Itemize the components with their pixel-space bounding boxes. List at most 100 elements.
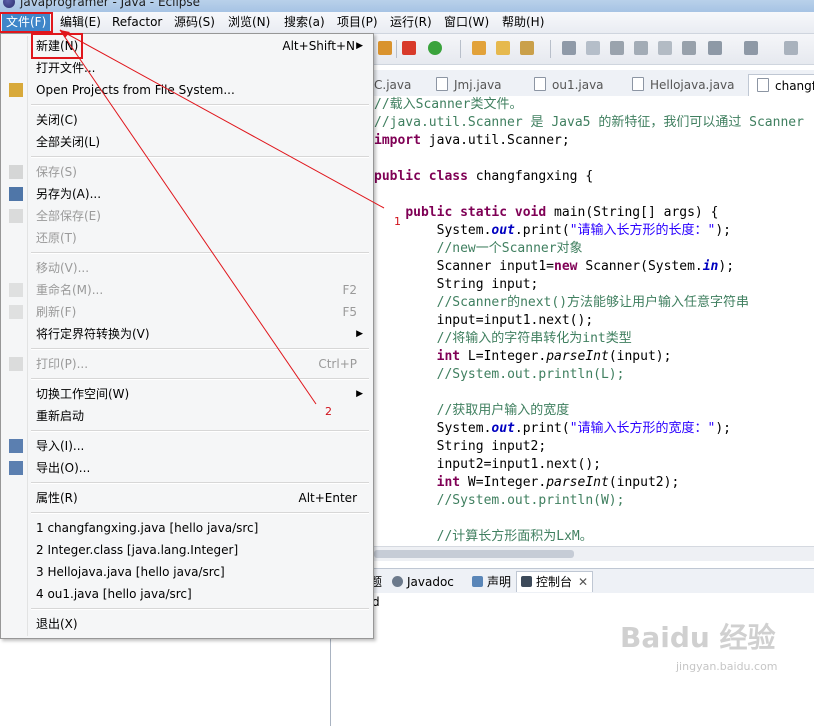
run-icon[interactable]: [428, 41, 442, 55]
code-line: input=input1.next();: [374, 313, 594, 328]
tab-javadoc[interactable]: Javadoc: [392, 573, 454, 591]
menu-item-refresh[interactable]: 刷新(F) F5: [3, 302, 371, 322]
menu-item-save-as[interactable]: 另存为(A)...: [3, 184, 371, 204]
tab-console[interactable]: 控制台 ✕: [516, 571, 594, 592]
menu-item-export[interactable]: 导出(O)...: [3, 458, 371, 478]
menu-project[interactable]: 项目(P): [333, 14, 382, 31]
save-icon: [9, 165, 23, 179]
menu-item-convert-line-delimiters[interactable]: 将行定界符转换为(V) ▶: [3, 324, 371, 344]
menu-item-move[interactable]: 移动(V)...: [3, 258, 371, 278]
paragraph-icon[interactable]: [682, 41, 696, 55]
menu-item-save-all[interactable]: 全部保存(E): [3, 206, 371, 226]
block-selection-icon[interactable]: [634, 41, 648, 55]
editor-tabs: C.java Jmj.java ou1.java Hellojava.java …: [360, 70, 814, 97]
menu-item-label: 属性(R): [36, 491, 78, 505]
open-folder-icon[interactable]: [496, 41, 510, 55]
menu-item-rename[interactable]: 重命名(M)... F2: [3, 280, 371, 300]
code-line: Scanner input1=new Scanner(System.in);: [374, 259, 735, 274]
menu-item-new[interactable]: 新建(N) Alt+Shift+N ▶: [3, 33, 371, 59]
new-package-icon[interactable]: [472, 41, 486, 55]
menu-item-label: 重新启动: [36, 409, 85, 423]
menu-item-shortcut: F5: [342, 305, 357, 319]
close-icon[interactable]: ✕: [578, 575, 588, 589]
print-icon: [9, 357, 23, 371]
menu-item-import[interactable]: 导入(I)...: [3, 436, 371, 456]
menu-item-switch-workspace[interactable]: 切换工作空间(W) ▶: [3, 384, 371, 404]
file-menu-dropdown: 新建(N) Alt+Shift+N ▶ 打开文件... Open Projects fr…: [0, 33, 374, 639]
toggle-mark-icon[interactable]: [610, 41, 624, 55]
code-line: //System.out.println(W);: [436, 493, 625, 508]
next-annotation-icon[interactable]: [708, 41, 722, 55]
scrollbar-thumb[interactable]: [374, 550, 574, 558]
menu-item-close-all[interactable]: 全部关闭(L): [3, 132, 371, 152]
menu-item-save[interactable]: 保存(S): [3, 162, 371, 182]
menu-item-revert[interactable]: 还原(T): [3, 228, 371, 248]
menu-help[interactable]: 帮助(H): [498, 14, 548, 31]
java-file-icon: [757, 78, 769, 92]
tab-ou1-java[interactable]: ou1.java: [534, 74, 604, 96]
tab-changfangxing-java[interactable]: changf: [748, 74, 814, 97]
menu-item-close[interactable]: 关闭(C): [3, 110, 371, 130]
show-whitespace-icon[interactable]: [658, 41, 672, 55]
menu-item-print[interactable]: 打印(P)... Ctrl+P: [3, 354, 371, 374]
menu-separator: [31, 252, 369, 254]
baidu-watermark: Baidu 经验 jingyan.baidu.com: [618, 616, 808, 686]
java-file-icon: [436, 77, 448, 91]
debug-icon[interactable]: [378, 41, 392, 55]
search-icon[interactable]: [562, 41, 576, 55]
menu-source[interactable]: 源码(S): [170, 14, 219, 31]
tab-declaration[interactable]: 声明: [472, 573, 511, 591]
refresh-icon: [9, 305, 23, 319]
code-line: int W=Integer.parseInt(input2);: [436, 475, 680, 490]
tab-c-java[interactable]: C.java: [374, 74, 411, 96]
menu-item-shortcut: Alt+Enter: [298, 491, 357, 505]
menu-item-label: 新建(N): [30, 33, 84, 59]
menu-item-recent-file-1[interactable]: 1 changfangxing.java [hello java/src]: [3, 518, 371, 538]
menu-separator: [31, 156, 369, 158]
annotation-step-1: 1: [394, 215, 401, 228]
prev-annotation-icon[interactable]: [744, 41, 758, 55]
annotation-icon[interactable]: [586, 41, 600, 55]
open-projects-icon: [9, 83, 23, 97]
back-icon[interactable]: [784, 41, 798, 55]
pencil-icon[interactable]: [520, 41, 534, 55]
menu-refactor[interactable]: Refactor: [108, 14, 166, 31]
menu-item-label: 切换工作空间(W): [36, 387, 130, 401]
menu-item-label: 全部保存(E): [36, 209, 101, 223]
menu-item-recent-file-2[interactable]: 2 Integer.class [java.lang.Integer]: [3, 540, 371, 560]
import-icon: [9, 439, 23, 453]
menu-navigate[interactable]: 浏览(N): [224, 14, 274, 31]
menu-item-label: 3 Hellojava.java [hello java/src]: [36, 565, 225, 579]
menu-item-label: 退出(X): [36, 617, 78, 631]
eclipse-logo-icon: [3, 0, 15, 8]
menu-item-label: 另存为(A)...: [36, 187, 102, 201]
save-as-icon: [9, 187, 23, 201]
at-sign-icon: [392, 576, 403, 587]
menu-run[interactable]: 运行(R): [386, 14, 436, 31]
code-editor[interactable]: //载入Scanner类文件。 //java.util.Scanner 是 Jav…: [360, 96, 814, 546]
menu-item-open-file[interactable]: 打开文件...: [3, 58, 371, 78]
menu-item-properties[interactable]: 属性(R) Alt+Enter: [3, 488, 371, 508]
menu-file[interactable]: 文件(F): [2, 14, 51, 31]
menu-item-label: 将行定界符转换为(V): [36, 327, 150, 341]
menu-item-label: 刷新(F): [36, 305, 77, 319]
menu-edit[interactable]: 编辑(E): [56, 14, 105, 31]
code-line: //计算长方形面积为LxM。: [436, 529, 593, 544]
menu-window[interactable]: 窗口(W): [440, 14, 493, 31]
menu-item-shortcut: F2: [342, 283, 357, 297]
code-line: String input2;: [374, 439, 547, 454]
menu-item-recent-file-3[interactable]: 3 Hellojava.java [hello java/src]: [3, 562, 371, 582]
submenu-arrow-icon: ▶: [356, 41, 363, 51]
menu-item-recent-file-4[interactable]: 4 ou1.java [hello java/src]: [3, 584, 371, 604]
menu-search[interactable]: 搜索(a): [280, 14, 329, 31]
tab-hellojava-java[interactable]: Hellojava.java: [632, 74, 735, 96]
menu-item-open-projects[interactable]: Open Projects from File System...: [3, 80, 371, 100]
menu-item-exit[interactable]: 退出(X): [3, 614, 371, 634]
tab-jmj-java[interactable]: Jmj.java: [436, 74, 502, 96]
declaration-icon: [472, 576, 483, 587]
code-line: //System.out.println(L);: [436, 367, 625, 382]
editor-horizontal-scrollbar[interactable]: [372, 546, 814, 561]
toolbar-tool-icon[interactable]: [402, 41, 416, 55]
menu-item-restart[interactable]: 重新启动: [3, 406, 371, 426]
window-title-bar: javaprogramer - Java - Eclipse: [0, 0, 814, 12]
